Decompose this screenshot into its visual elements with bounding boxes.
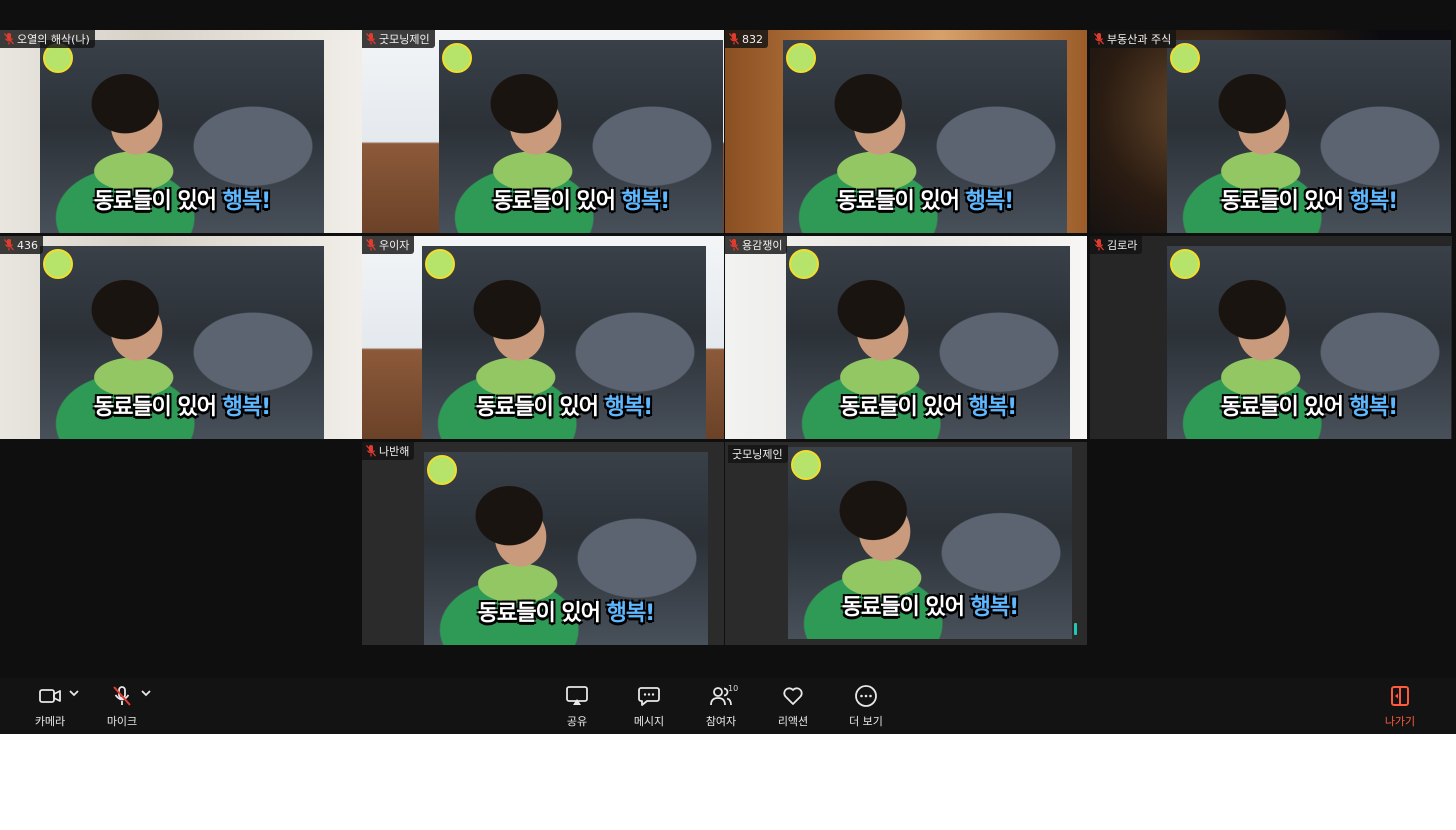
share-label: 공유 [566, 715, 588, 728]
video-tile-active-speaker[interactable]: 동료들이 있어 행복! 굿모닝제인 [725, 442, 1087, 645]
participant-name: 832 [742, 32, 763, 46]
participant-name: 굿모닝제인 [732, 448, 783, 461]
participant-name-tag: 나반해 [362, 442, 415, 460]
mic-muted-icon [729, 33, 739, 45]
show-logo-icon [427, 455, 457, 485]
participant-name: 436 [17, 238, 38, 252]
participants-button[interactable]: 10 참여자 [691, 684, 751, 730]
share-button[interactable]: 공유 [547, 684, 607, 730]
video-tile[interactable]: 동료들이 있어 행복! 김로라 [1090, 236, 1452, 439]
participant-video: 동료들이 있어 행복! [439, 40, 723, 233]
heart-icon [783, 687, 803, 705]
message-label: 메시지 [633, 715, 665, 728]
show-logo-icon [1170, 249, 1200, 279]
mic-muted-icon [4, 239, 14, 251]
participant-video: 동료들이 있어 행복! [783, 40, 1067, 233]
video-tile[interactable]: 동료들이 있어 행복! 오열의 해삭(나) [0, 30, 362, 233]
participant-video: 동료들이 있어 행복! [40, 246, 324, 439]
participant-name-tag: 굿모닝제인 [728, 445, 788, 463]
participant-name: 오열의 해삭(나) [17, 33, 90, 46]
audio-level-indicator [1074, 623, 1077, 635]
mic-muted-icon [366, 33, 376, 45]
more-button[interactable]: 더 보기 [836, 684, 896, 730]
video-tile[interactable]: 동료들이 있어 행복! 832 [725, 30, 1087, 233]
video-tile[interactable]: 동료들이 있어 행복! 굿모닝제인 [362, 30, 724, 233]
participant-video: 동료들이 있어 행복! [422, 246, 706, 439]
video-tile[interactable]: 동료들이 있어 행복! 부동산과 주식 [1090, 30, 1452, 233]
mic-muted-icon [1094, 33, 1104, 45]
video-caption: 동료들이 있어 행복! [841, 595, 1019, 620]
mic-muted-icon [4, 33, 14, 45]
camera-label: 카메라 [34, 715, 66, 728]
video-caption: 동료들이 있어 행복! [492, 189, 670, 214]
meeting-toolbar: 카메라 마이크 공유 메시지 10 참여자 리액션 더 보기 나가기 [0, 678, 1456, 734]
participant-name: 용감쟁이 [742, 239, 783, 252]
more-dots-icon [855, 685, 877, 707]
microphone-options-chevron-down-icon[interactable] [139, 686, 153, 700]
participant-name-tag: 우이자 [362, 236, 415, 254]
participant-name-tag: 오열의 해삭(나) [0, 30, 95, 48]
mic-muted-icon [366, 239, 376, 251]
show-logo-icon [789, 249, 819, 279]
participant-name-tag: 436 [0, 236, 43, 254]
video-caption: 동료들이 있어 행복! [839, 395, 1017, 420]
participant-video: 동료들이 있어 행복! [788, 447, 1072, 639]
video-caption: 동료들이 있어 행복! [93, 395, 271, 420]
video-tile[interactable]: 동료들이 있어 행복! 우이자 [362, 236, 724, 439]
show-logo-icon [786, 43, 816, 73]
video-tile[interactable]: 동료들이 있어 행복! 나반해 [362, 442, 724, 645]
mic-muted-icon [366, 445, 376, 457]
video-caption: 동료들이 있어 행복! [477, 601, 655, 626]
leave-meeting-button[interactable]: 나가기 [1370, 684, 1430, 730]
video-caption: 동료들이 있어 행복! [836, 189, 1014, 214]
reaction-label: 리액션 [777, 715, 809, 728]
video-tile[interactable]: 동료들이 있어 행복! 용감쟁이 [725, 236, 1087, 439]
participant-name-tag: 용감쟁이 [725, 236, 788, 254]
participant-name: 굿모닝제인 [379, 33, 430, 46]
screen-share-icon [566, 686, 588, 705]
microphone-label: 마이크 [106, 715, 138, 728]
reaction-button[interactable]: 리액션 [763, 684, 823, 730]
participant-video: 동료들이 있어 행복! [424, 452, 708, 645]
participant-video: 동료들이 있어 행복! [786, 246, 1070, 439]
show-logo-icon [43, 249, 73, 279]
more-label: 더 보기 [849, 715, 883, 728]
participant-name: 우이자 [379, 239, 410, 252]
video-tile[interactable]: 동료들이 있어 행복! 436 [0, 236, 362, 439]
participant-name: 김로라 [1107, 239, 1138, 252]
show-logo-icon [442, 43, 472, 73]
participant-name: 나반해 [379, 445, 410, 458]
participant-video: 동료들이 있어 행복! [1167, 40, 1451, 233]
participant-video: 동료들이 있어 행복! [1167, 246, 1451, 439]
meeting-window: 동료들이 있어 행복! 오열의 해삭(나) 동료들이 있어 행복! 굿모닝제인 … [0, 0, 1456, 734]
mic-muted-icon [1094, 239, 1104, 251]
participant-name-tag: 부동산과 주식 [1090, 30, 1177, 48]
participants-label: 참여자 [705, 715, 737, 728]
camera-icon [39, 689, 61, 703]
mic-muted-icon [729, 239, 739, 251]
leave-door-icon [1391, 686, 1409, 706]
video-caption: 동료들이 있어 행복! [475, 395, 653, 420]
participants-count-badge: 10 [728, 684, 739, 693]
participant-video: 동료들이 있어 행복! [40, 40, 324, 233]
show-logo-icon [791, 450, 821, 480]
video-caption: 동료들이 있어 행복! [1220, 395, 1398, 420]
participant-name-tag: 굿모닝제인 [362, 30, 435, 48]
mic-muted-icon [113, 686, 131, 706]
participant-name: 부동산과 주식 [1107, 33, 1172, 46]
show-logo-icon [425, 249, 455, 279]
message-button[interactable]: 메시지 [619, 684, 679, 730]
participant-name-tag: 832 [725, 30, 768, 48]
video-caption: 동료들이 있어 행복! [1220, 189, 1398, 214]
video-caption: 동료들이 있어 행복! [93, 189, 271, 214]
leave-label: 나가기 [1384, 715, 1416, 728]
chat-bubble-icon [638, 687, 660, 706]
camera-options-chevron-down-icon[interactable] [67, 686, 81, 700]
participant-name-tag: 김로라 [1090, 236, 1143, 254]
